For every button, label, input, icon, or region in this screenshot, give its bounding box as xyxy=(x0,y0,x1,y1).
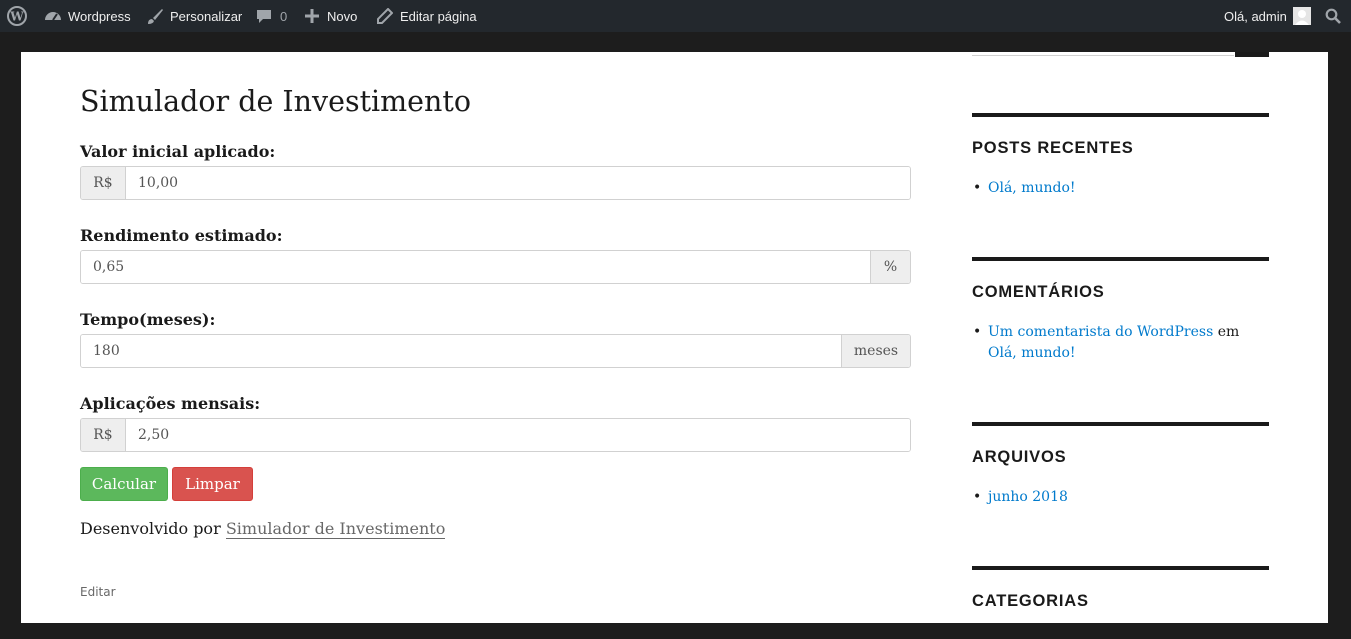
rate-input[interactable] xyxy=(81,251,870,283)
rate-label: Rendimento estimado: xyxy=(80,226,283,245)
admin-customize[interactable]: Personalizar xyxy=(146,0,242,32)
brush-icon xyxy=(146,7,164,25)
plus-icon xyxy=(305,9,319,23)
credit-line: Desenvolvido por Simulador de Investimen… xyxy=(80,519,446,539)
admin-comments[interactable]: 0 xyxy=(256,0,287,32)
avatar xyxy=(1292,7,1311,25)
list-item: junho 2018 xyxy=(972,487,1269,508)
widget-categories: CATEGORIAS xyxy=(972,566,1269,611)
comment-post-link[interactable]: Olá, mundo! xyxy=(988,345,1076,361)
page-content-area: Simulador de Investimento Valor inicial … xyxy=(21,52,1328,623)
widget-title-categories: CATEGORIAS xyxy=(972,592,1089,610)
admin-new-label: Novo xyxy=(327,8,358,24)
currency-prefix: R$ xyxy=(81,419,126,451)
list-item: Olá, mundo! xyxy=(972,178,1269,199)
monthly-label: Aplicações mensais: xyxy=(80,394,261,413)
widget-recent-posts: POSTS RECENTES Olá, mundo! xyxy=(972,113,1269,199)
sidebar: POSTS RECENTES Olá, mundo! COMENTÁRIOS U… xyxy=(972,52,1269,623)
search-form xyxy=(972,52,1269,57)
currency-prefix: R$ xyxy=(81,167,126,199)
initial-value-label: Valor inicial aplicado: xyxy=(80,142,276,161)
admin-bar: W Wordpress Personalizar 0 Novo Editar p… xyxy=(0,0,1351,32)
svg-text:W: W xyxy=(9,10,24,24)
time-input[interactable] xyxy=(81,335,841,367)
time-label: Tempo(meses): xyxy=(80,310,216,329)
search-submit-button[interactable] xyxy=(1235,52,1269,57)
months-suffix: meses xyxy=(841,335,910,367)
admin-site-name[interactable]: Wordpress xyxy=(44,0,131,32)
dashboard-icon xyxy=(44,8,62,24)
edit-link[interactable]: Editar xyxy=(80,585,116,599)
search-field[interactable] xyxy=(972,55,1234,56)
recent-post-link[interactable]: Olá, mundo! xyxy=(988,180,1076,196)
initial-value-group: R$ xyxy=(80,166,911,200)
monthly-group: R$ xyxy=(80,418,911,452)
percent-suffix: % xyxy=(870,251,910,283)
page-title: Simulador de Investimento xyxy=(80,85,472,118)
admin-new[interactable]: Novo xyxy=(305,0,357,32)
pencil-icon xyxy=(377,8,393,24)
archive-link[interactable]: junho 2018 xyxy=(988,489,1068,505)
wordpress-logo-icon[interactable]: W xyxy=(7,0,27,32)
admin-account[interactable]: Olá, admin xyxy=(1224,0,1311,32)
clear-button[interactable]: Limpar xyxy=(172,467,253,501)
list-item: Um comentarista do WordPress em Olá, mun… xyxy=(972,322,1269,364)
admin-customize-label: Personalizar xyxy=(170,8,243,24)
widget-title-comments: COMENTÁRIOS xyxy=(972,283,1105,301)
initial-value-input[interactable] xyxy=(126,167,910,199)
widget-title-recent-posts: POSTS RECENTES xyxy=(972,139,1134,157)
calculate-button[interactable]: Calcular xyxy=(80,467,168,501)
comment-connector: em xyxy=(1217,324,1240,340)
monthly-input[interactable] xyxy=(126,419,910,451)
widget-title-archives: ARQUIVOS xyxy=(972,448,1067,466)
admin-edit-page-label: Editar página xyxy=(400,8,477,24)
comments-count: 0 xyxy=(280,8,288,24)
time-group: meses xyxy=(80,334,911,368)
search-icon[interactable] xyxy=(1325,0,1341,32)
admin-site-name-label: Wordpress xyxy=(68,8,131,24)
comment-icon xyxy=(256,8,272,24)
comment-author-link[interactable]: Um comentarista do WordPress xyxy=(988,324,1213,340)
rate-group: % xyxy=(80,250,911,284)
widget-comments: COMENTÁRIOS Um comentarista do WordPress… xyxy=(972,257,1269,364)
credit-link[interactable]: Simulador de Investimento xyxy=(225,519,446,539)
credit-text: Desenvolvido por xyxy=(80,519,221,538)
admin-greeting: Olá, admin xyxy=(1224,8,1287,24)
admin-edit-page[interactable]: Editar página xyxy=(377,0,477,32)
widget-archives: ARQUIVOS junho 2018 xyxy=(972,422,1269,508)
